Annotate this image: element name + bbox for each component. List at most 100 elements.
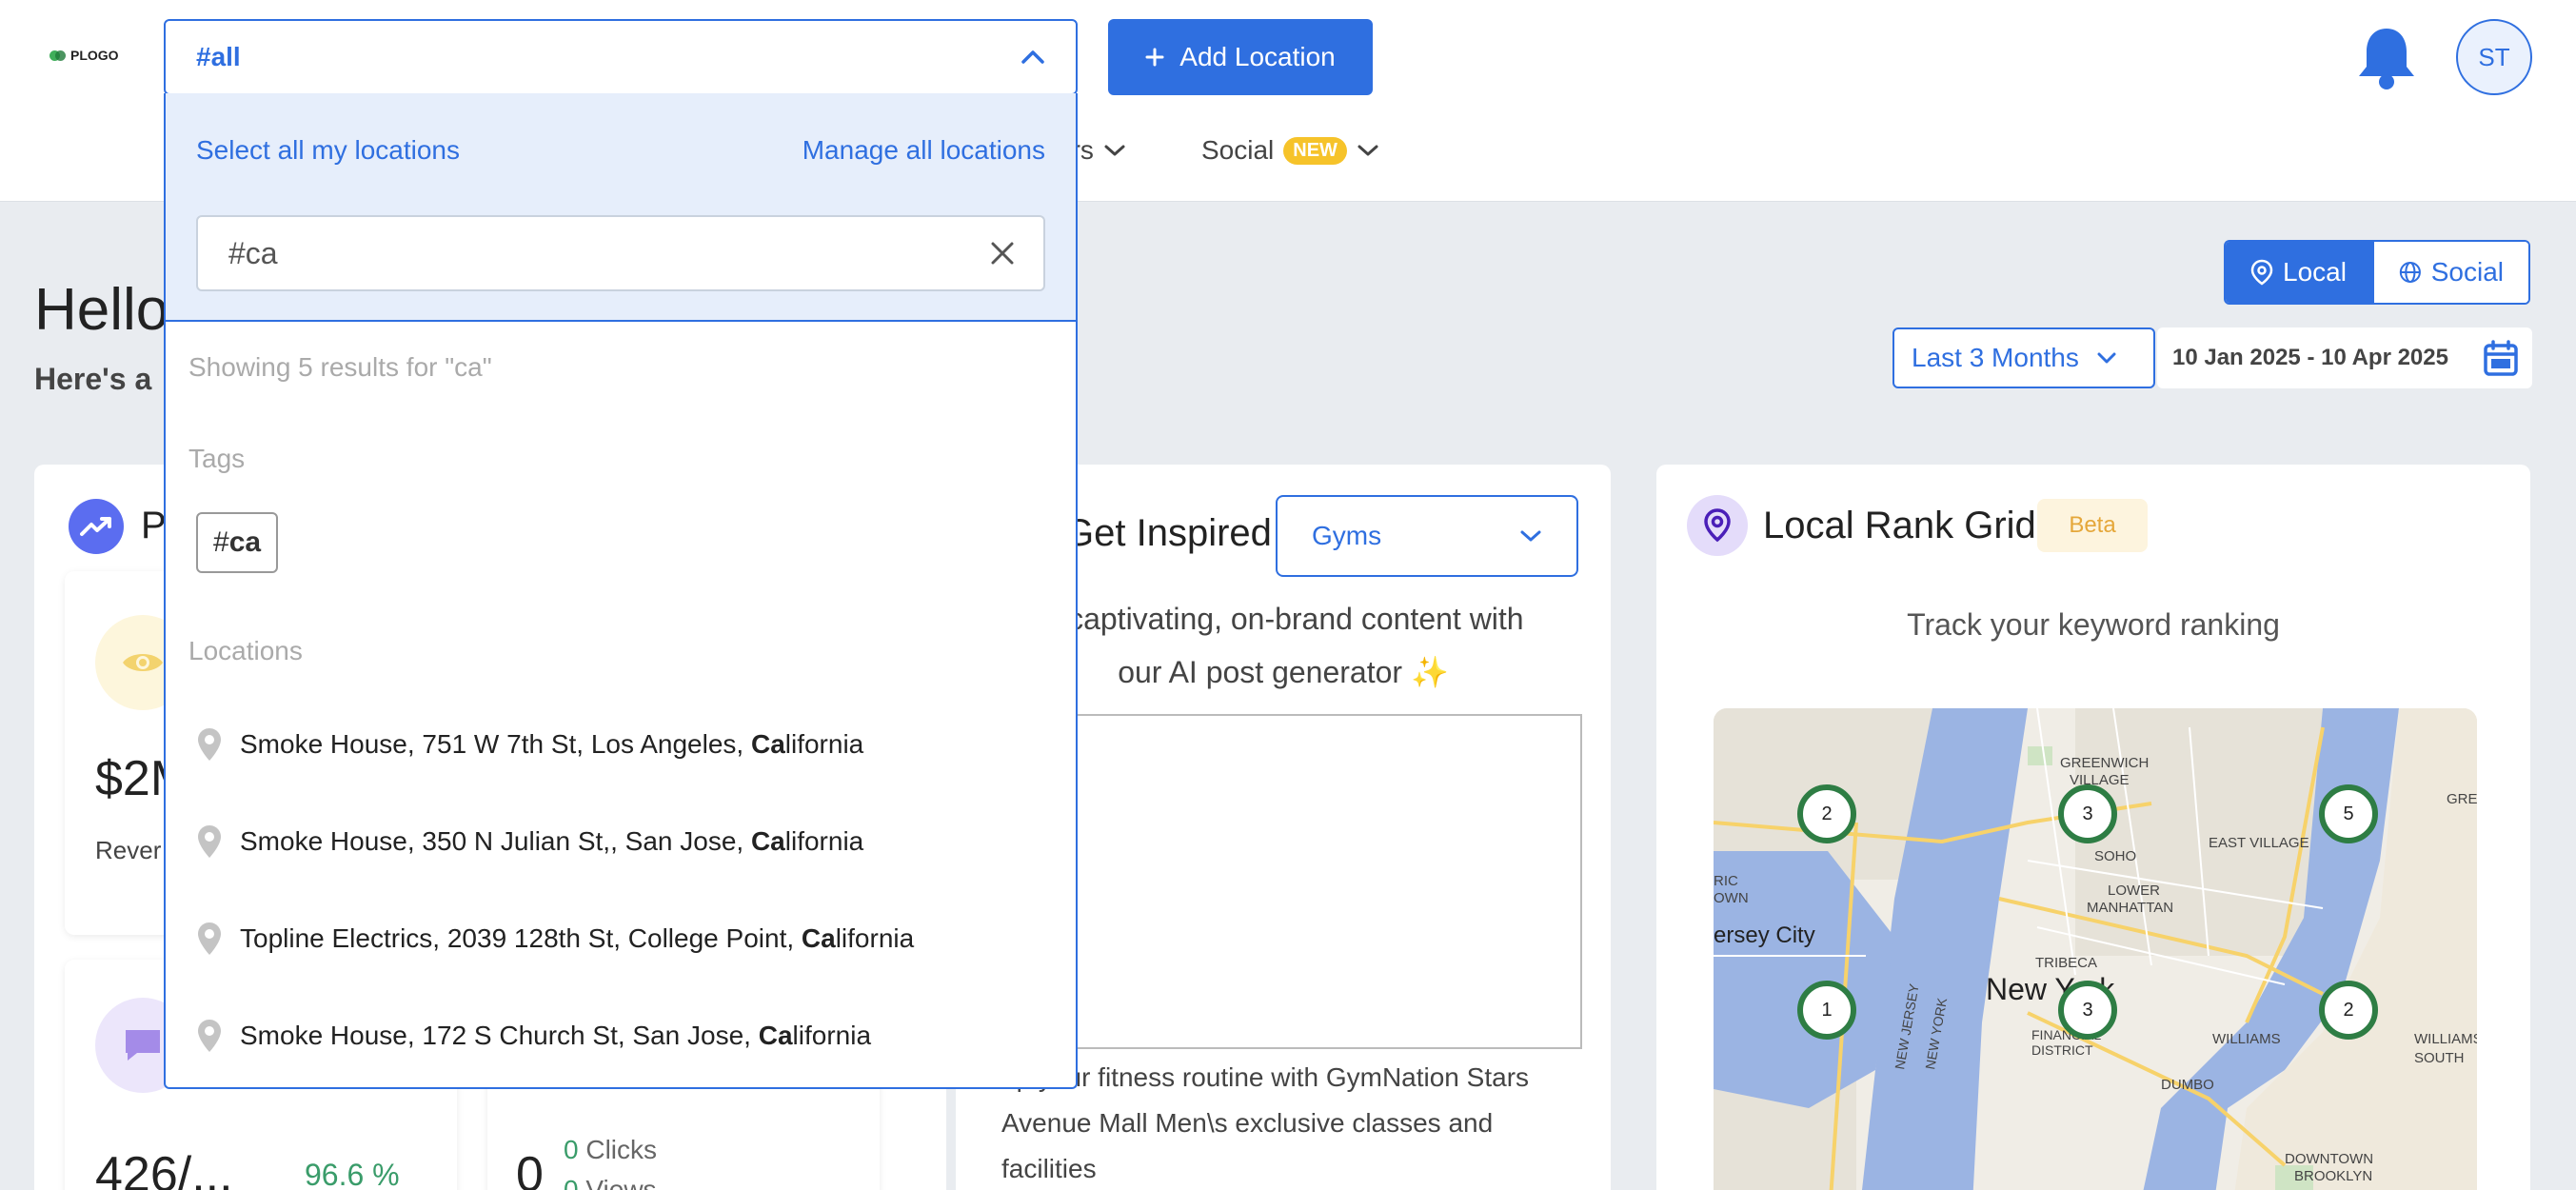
category-select[interactable]: Gyms bbox=[1276, 495, 1578, 577]
avatar-initials: ST bbox=[2478, 42, 2510, 71]
location-option-text: Topline Electrics, 2039 128th St, Colleg… bbox=[240, 923, 915, 953]
logo-mark-icon bbox=[50, 49, 67, 62]
svg-text:SOHO: SOHO bbox=[2094, 848, 2136, 864]
local-toggle-button[interactable]: Local bbox=[2226, 242, 2374, 303]
greeting-title: Hello bbox=[34, 277, 169, 343]
nav-social[interactable]: Social NEW bbox=[1201, 135, 1379, 166]
svg-text:WILLIAMS: WILLIAMS bbox=[2212, 1031, 2281, 1047]
map-pin-icon bbox=[198, 1020, 221, 1052]
location-dropdown-header: Select all my locations Manage all locat… bbox=[166, 93, 1076, 322]
svg-text:TRIBECA: TRIBECA bbox=[2035, 955, 2097, 971]
local-social-toggle: Local Social bbox=[2224, 240, 2530, 305]
date-range-picker[interactable]: 10 Jan 2025 - 10 Apr 2025 bbox=[2157, 327, 2532, 388]
svg-text:RIC: RIC bbox=[1714, 873, 1738, 889]
social-toggle-button[interactable]: Social bbox=[2374, 242, 2528, 303]
local-rank-grid-title: Local Rank Grid bbox=[1763, 505, 2036, 546]
location-option-text: Smoke House, 751 W 7th St, Los Angeles, … bbox=[240, 729, 864, 759]
globe-icon bbox=[2399, 261, 2421, 284]
location-search-input[interactable]: #ca bbox=[196, 215, 1045, 291]
calendar-icon[interactable] bbox=[2483, 339, 2519, 377]
revenue-label: Rever bbox=[95, 836, 162, 864]
tag-chip-match: ca bbox=[228, 526, 262, 558]
location-option-text: Smoke House, 350 N Julian St,, San Jose,… bbox=[240, 826, 864, 856]
location-select[interactable]: #all bbox=[164, 19, 1078, 95]
rank-pin-value: 2 bbox=[1821, 803, 1833, 824]
tag-chip-prefix: # bbox=[213, 526, 229, 558]
svg-text:BROOKLYN: BROOKLYN bbox=[2294, 1168, 2372, 1184]
location-option[interactable]: Smoke House, 751 W 7th St, Los Angeles, … bbox=[196, 716, 863, 773]
svg-text:GRE: GRE bbox=[2447, 791, 2477, 807]
tag-chip[interactable]: # ca bbox=[196, 512, 279, 573]
locations-heading: Locations bbox=[188, 636, 303, 665]
svg-text:WILLIAMS: WILLIAMS bbox=[2414, 1031, 2477, 1047]
chevron-down-icon bbox=[1104, 145, 1125, 156]
category-select-value: Gyms bbox=[1312, 521, 1382, 550]
svg-text:MANHATTAN: MANHATTAN bbox=[2087, 900, 2173, 916]
views-line: 0 Views bbox=[564, 1175, 657, 1190]
local-rank-grid-subtitle: Track your keyword ranking bbox=[1907, 607, 2280, 642]
svg-text:LOWER: LOWER bbox=[2108, 883, 2160, 899]
svg-text:DUMBO: DUMBO bbox=[2161, 1077, 2214, 1093]
post-preview-text: np your fitness routine with GymNation S… bbox=[1001, 1062, 1530, 1183]
rank-pin[interactable]: 2 bbox=[2319, 981, 2378, 1040]
chevron-down-icon bbox=[1520, 530, 1541, 542]
messages-value: 426/... bbox=[95, 1147, 233, 1190]
rank-pin-value: 3 bbox=[2082, 803, 2093, 824]
svg-text:OWN: OWN bbox=[1714, 890, 1749, 906]
location-option[interactable]: Topline Electrics, 2039 128th St, Colleg… bbox=[196, 910, 914, 967]
add-location-label: Add Location bbox=[1179, 42, 1336, 71]
date-range-select-value: Last 3 Months bbox=[1912, 343, 2079, 372]
results-count-text: Showing 5 results for "ca" bbox=[188, 352, 492, 382]
map-pin-icon bbox=[198, 825, 221, 858]
logo[interactable]: PLOGO bbox=[50, 48, 119, 63]
social-toggle-label: Social bbox=[2430, 257, 2504, 287]
rank-pin[interactable]: 3 bbox=[2058, 981, 2117, 1040]
manage-all-locations-link[interactable]: Manage all locations bbox=[803, 135, 1045, 166]
location-dropdown: Select all my locations Manage all locat… bbox=[164, 93, 1078, 1089]
map-pin-icon bbox=[198, 922, 221, 955]
rank-pin[interactable]: 2 bbox=[1797, 784, 1856, 843]
get-inspired-title: Get Inspired bbox=[1064, 512, 1272, 554]
rank-map[interactable]: GREENWICH VILLAGE SOHO EAST VILLAGE LOWE… bbox=[1714, 708, 2477, 1190]
location-select-value: #all bbox=[196, 42, 241, 71]
tags-heading: Tags bbox=[188, 444, 246, 473]
select-all-locations-link[interactable]: Select all my locations bbox=[196, 135, 460, 166]
performance-title: P bbox=[141, 505, 167, 546]
rank-pin[interactable]: 1 bbox=[1797, 981, 1856, 1040]
chevron-down-icon bbox=[2097, 352, 2116, 364]
chevron-down-icon bbox=[1357, 145, 1378, 156]
svg-text:SOUTH: SOUTH bbox=[2414, 1050, 2465, 1066]
chevron-up-icon bbox=[1021, 50, 1044, 64]
svg-text:GREENWICH: GREENWICH bbox=[2060, 755, 2149, 771]
date-range-select[interactable]: Last 3 Months bbox=[1892, 327, 2155, 388]
posts-value: 0 bbox=[516, 1147, 544, 1190]
avatar[interactable]: ST bbox=[2456, 19, 2532, 95]
bell-icon[interactable] bbox=[2355, 25, 2418, 91]
rank-pin[interactable]: 5 bbox=[2319, 784, 2378, 843]
trending-up-icon bbox=[69, 499, 124, 554]
nav-social-label: Social bbox=[1201, 135, 1275, 165]
messages-percentage: 96.6 % bbox=[305, 1158, 400, 1190]
date-range-text: 10 Jan 2025 - 10 Apr 2025 bbox=[2172, 345, 2448, 370]
location-option[interactable]: Smoke House, 172 S Church St, San Jose, … bbox=[196, 1007, 871, 1064]
rank-map-graphic: GREENWICH VILLAGE SOHO EAST VILLAGE LOWE… bbox=[1714, 708, 2477, 1190]
views-label: Views bbox=[585, 1175, 657, 1190]
location-pin-icon bbox=[1687, 495, 1748, 556]
map-pin-icon bbox=[2250, 259, 2273, 286]
plus-icon bbox=[1145, 48, 1164, 67]
svg-text:DOWNTOWN: DOWNTOWN bbox=[2285, 1151, 2373, 1167]
local-toggle-label: Local bbox=[2283, 257, 2347, 287]
rank-pin[interactable]: 3 bbox=[2058, 784, 2117, 843]
map-pin-icon bbox=[198, 728, 221, 761]
rank-pin-value: 2 bbox=[2343, 999, 2354, 1021]
svg-text:ersey City: ersey City bbox=[1714, 922, 1815, 948]
location-option[interactable]: Smoke House, 350 N Julian St,, San Jose,… bbox=[196, 813, 863, 870]
logo-text: PLOGO bbox=[70, 48, 119, 63]
location-option-text: Smoke House, 172 S Church St, San Jose, … bbox=[240, 1021, 872, 1050]
add-location-button[interactable]: Add Location bbox=[1108, 19, 1373, 95]
svg-text:DISTRICT: DISTRICT bbox=[2031, 1042, 2093, 1058]
close-icon[interactable] bbox=[990, 241, 1015, 266]
new-badge: NEW bbox=[1283, 136, 1347, 165]
beta-badge: Beta bbox=[2037, 499, 2148, 552]
rank-pin-value: 3 bbox=[2082, 999, 2093, 1021]
